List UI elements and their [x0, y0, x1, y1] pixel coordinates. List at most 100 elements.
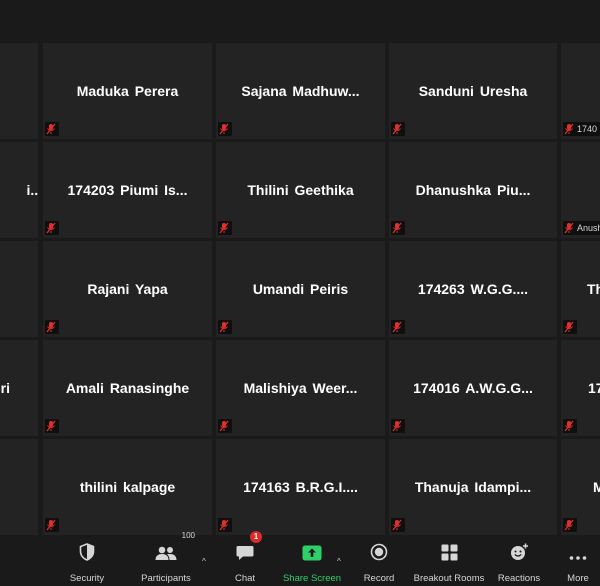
record-label: Record [363, 573, 395, 584]
participant-name: 17 [588, 380, 600, 396]
participant-tile[interactable]: 17 [561, 340, 600, 436]
participant-name: Rajani Yapa [87, 281, 168, 297]
reactions-button[interactable]: Reactions [496, 535, 542, 586]
participant-name: 174203 Piumi Is... [67, 182, 188, 198]
participant-name: 174263 W.G.G.... [417, 281, 529, 297]
participant-tile[interactable]: Rajani Yapa [43, 241, 212, 337]
participant-tile[interactable]: Sanduni Uresha [389, 43, 557, 139]
mic-muted-icon [564, 321, 574, 333]
mic-muted-indicator [391, 419, 405, 433]
mic-muted-indicator [218, 122, 232, 136]
participant-name: i... [26, 182, 38, 198]
participant-name: Dhanushka Piu... [415, 182, 531, 198]
participant-tile[interactable]: 1740 [561, 43, 600, 139]
mic-muted-indicator [45, 221, 59, 235]
participant-name: Amali Ranasinghe [65, 380, 190, 396]
mic-muted-icon [392, 222, 402, 234]
meeting-toolbar: Security 100 Participants ^ 1 Chat Share… [0, 531, 600, 586]
participants-icon [155, 546, 177, 560]
mic-muted-icon [219, 222, 229, 234]
mic-muted-icon [46, 123, 56, 135]
mic-muted-indicator: 1740 [563, 122, 600, 136]
mic-muted-indicator [391, 221, 405, 235]
chat-unread-badge: 1 [250, 531, 262, 543]
participant-tile[interactable]: thilini kalpage [43, 439, 212, 535]
mic-muted-icon [46, 519, 56, 531]
participant-tile[interactable]: Maduka Perera [43, 43, 212, 139]
participant-grid: Maduka Perera Sajana Madhuw... Sanduni U… [0, 41, 600, 535]
participant-tile[interactable] [0, 241, 38, 337]
participant-tile[interactable]: Dhanushka Piu... [389, 142, 557, 238]
mic-muted-indicator [563, 518, 577, 532]
mic-muted-icon [564, 222, 574, 234]
security-label: Security [69, 573, 105, 584]
reactions-icon [510, 543, 528, 560]
participant-tile[interactable]: 174016 A.W.G.G... [389, 340, 557, 436]
participant-name: thilini kalpage [79, 479, 176, 495]
chat-button[interactable]: 1 Chat [229, 531, 262, 586]
participant-tile[interactable]: ri [0, 340, 38, 436]
mic-muted-indicator [218, 320, 232, 334]
participant-name: 1740 [577, 124, 598, 134]
participant-tile[interactable]: 174163 B.R.G.I.... [216, 439, 385, 535]
shield-icon [79, 543, 95, 561]
mic-muted-icon [46, 321, 56, 333]
mic-muted-indicator: Anush [563, 221, 600, 235]
mic-muted-icon [219, 123, 229, 135]
participant-tile[interactable] [0, 43, 38, 139]
participant-tile[interactable]: Malishiya Weer... [216, 340, 385, 436]
more-button[interactable]: More [562, 535, 594, 586]
participant-tile[interactable]: 174203 Piumi Is... [43, 142, 212, 238]
participants-label: Participants [141, 573, 191, 584]
share-screen-label: Share Screen [282, 573, 342, 584]
share-screen-options-caret[interactable]: ^ [337, 557, 341, 566]
mic-muted-icon [219, 321, 229, 333]
mic-muted-indicator [45, 518, 59, 532]
participant-tile[interactable]: Umandi Peiris [216, 241, 385, 337]
participant-name: Thilini Geethika [247, 182, 354, 198]
mic-muted-icon [46, 222, 56, 234]
mic-muted-indicator [391, 320, 405, 334]
participant-name: Anush [577, 223, 600, 233]
participant-tile[interactable]: Thilini Geethika [216, 142, 385, 238]
participant-tile[interactable]: M [561, 439, 600, 535]
mic-muted-icon [219, 420, 229, 432]
mic-muted-indicator [563, 320, 577, 334]
participant-name: Sanduni Uresha [418, 83, 528, 99]
mic-muted-icon [564, 519, 574, 531]
mic-muted-icon [392, 321, 402, 333]
security-button[interactable]: Security [66, 535, 108, 586]
participant-name: Sajana Madhuw... [241, 83, 360, 99]
participant-name: 174016 A.W.G.G... [413, 380, 533, 396]
mic-muted-icon [564, 420, 574, 432]
mic-muted-indicator [391, 122, 405, 136]
chat-icon [236, 546, 254, 560]
participant-tile[interactable]: i... [0, 142, 38, 238]
participant-name: Umandi Peiris [252, 281, 349, 297]
participant-tile[interactable]: Sajana Madhuw... [216, 43, 385, 139]
mic-muted-icon [392, 519, 402, 531]
participant-tile[interactable] [0, 439, 38, 535]
mic-muted-indicator [45, 122, 59, 136]
mic-muted-icon [46, 420, 56, 432]
participant-name: Th [587, 281, 600, 297]
more-icon [569, 556, 587, 560]
participant-name: Maduka Perera [76, 83, 179, 99]
participant-name: Thanuja Idampi... [414, 479, 532, 495]
participant-tile[interactable]: Th [561, 241, 600, 337]
participant-tile[interactable]: 174263 W.G.G.... [389, 241, 557, 337]
participant-tile[interactable]: Anush [561, 142, 600, 238]
mic-muted-indicator [563, 419, 577, 433]
record-icon [370, 543, 388, 561]
participant-tile[interactable]: Amali Ranasinghe [43, 340, 212, 436]
share-screen-button[interactable]: Share Screen [283, 535, 341, 586]
participant-tile[interactable]: Thanuja Idampi... [389, 439, 557, 535]
participants-options-caret[interactable]: ^ [202, 557, 206, 566]
reactions-label: Reactions [497, 573, 541, 584]
mic-muted-indicator [45, 320, 59, 334]
participants-button[interactable]: 100 Participants [137, 531, 195, 586]
breakout-rooms-button[interactable]: Breakout Rooms [413, 535, 485, 586]
mic-muted-indicator [45, 419, 59, 433]
mic-muted-icon [564, 123, 574, 135]
record-button[interactable]: Record [362, 535, 396, 586]
